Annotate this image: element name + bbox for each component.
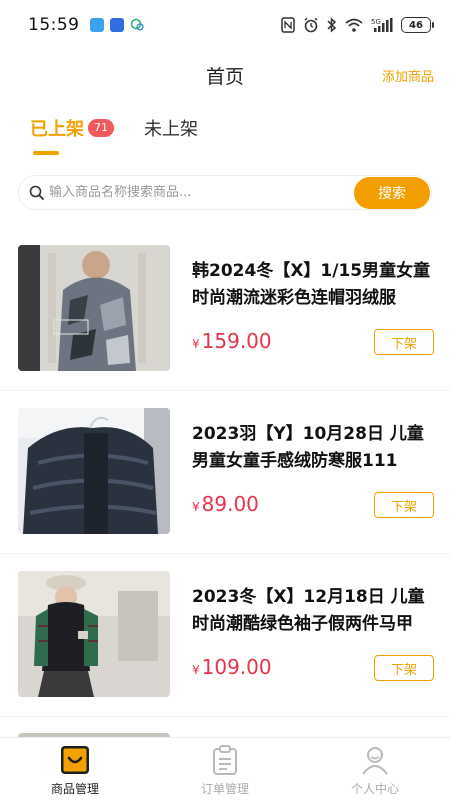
- nav-label: 个人中心: [350, 782, 399, 796]
- app-notification-icon: [89, 18, 104, 32]
- add-product-button[interactable]: 添加商品: [382, 66, 434, 85]
- nav-label: 订单管理: [200, 782, 249, 796]
- tab-count-badge: 71: [88, 119, 114, 137]
- status-right: 5G 46: [281, 17, 434, 33]
- product-price: ¥109.00: [192, 655, 272, 679]
- currency-symbol: ¥: [192, 663, 200, 677]
- clipboard-icon: [213, 745, 237, 775]
- svg-text:5G: 5G: [371, 18, 381, 26]
- take-off-shelf-button[interactable]: 下架: [374, 655, 434, 681]
- product-image[interactable]: [18, 245, 170, 371]
- search-button[interactable]: 搜索: [354, 176, 430, 209]
- product-name[interactable]: 2023冬【X】12月18日 儿童时尚潮酷绿色袖子假两件马甲: [192, 584, 437, 638]
- battery-level: 46: [401, 17, 431, 33]
- nav-label: 商品管理: [50, 782, 99, 796]
- chat-bubble-icon: [130, 18, 144, 31]
- active-tab-indicator: [33, 151, 59, 155]
- status-app-icons: [89, 18, 144, 32]
- status-time: 15:59: [28, 15, 80, 35]
- tab-on-shelf-label: 已上架: [30, 119, 84, 140]
- price-value: 109.00: [201, 655, 272, 679]
- currency-symbol: ¥: [192, 337, 200, 351]
- take-off-shelf-button[interactable]: 下架: [374, 492, 434, 518]
- tab-off-shelf[interactable]: 未上架: [144, 115, 198, 159]
- product-item[interactable]: 2023羽【Y】10月28日 儿童男童女童手感绒防寒服111 ¥89.00 下架: [0, 391, 450, 554]
- product-name[interactable]: 韩2024冬【X】1/15男童女童时尚潮流迷彩色连帽羽绒服: [192, 258, 437, 312]
- screen: 15:59 5G 46 首页 添加商品 已上架 71 未上架 输入商品名称搜索商…: [0, 0, 450, 800]
- product-item[interactable]: 韩2024冬【X】1/15男童女童时尚潮流迷彩色连帽羽绒服 ¥159.00 下架: [0, 228, 450, 391]
- product-item[interactable]: 2023冬【X】12月18日 儿童时尚潮酷绿色袖子假两件马甲 ¥109.00 下…: [0, 554, 450, 717]
- product-price: ¥159.00: [192, 329, 272, 353]
- product-price: ¥89.00: [192, 492, 259, 516]
- alarm-icon: [304, 17, 318, 33]
- take-off-shelf-button[interactable]: 下架: [374, 329, 434, 355]
- nav-item-personal-center[interactable]: 个人中心: [300, 738, 450, 800]
- app-notification-icon: [109, 18, 124, 32]
- nav-item-product-management[interactable]: 商品管理: [0, 738, 150, 800]
- tab-off-shelf-label: 未上架: [144, 119, 198, 140]
- product-name[interactable]: 2023羽【Y】10月28日 儿童男童女童手感绒防寒服111: [192, 421, 437, 475]
- store-bag-icon: [61, 746, 89, 774]
- status-bar: 15:59 5G 46: [0, 0, 450, 50]
- battery-tip: [432, 22, 434, 28]
- price-value: 89.00: [201, 492, 259, 516]
- product-item-partial: [0, 717, 450, 743]
- wifi-icon: [345, 18, 363, 32]
- user-icon: [362, 747, 388, 775]
- currency-symbol: ¥: [192, 500, 200, 514]
- signal-5g-icon: 5G: [371, 18, 393, 32]
- search-bar: 搜索: [18, 175, 432, 210]
- product-image[interactable]: [18, 571, 170, 697]
- bottom-nav: 商品管理 订单管理 个人中心: [0, 737, 450, 800]
- nfc-icon: [281, 17, 295, 33]
- product-list: 韩2024冬【X】1/15男童女童时尚潮流迷彩色连帽羽绒服 ¥159.00 下架: [0, 228, 450, 717]
- search-input[interactable]: [49, 185, 354, 200]
- header: 首页 添加商品: [0, 52, 450, 96]
- nav-item-order-management[interactable]: 订单管理: [150, 738, 300, 800]
- search-icon: [29, 185, 45, 200]
- product-image[interactable]: [18, 408, 170, 534]
- bluetooth-icon: [327, 17, 337, 33]
- battery-indicator: 46: [401, 17, 434, 33]
- price-value: 159.00: [201, 329, 272, 353]
